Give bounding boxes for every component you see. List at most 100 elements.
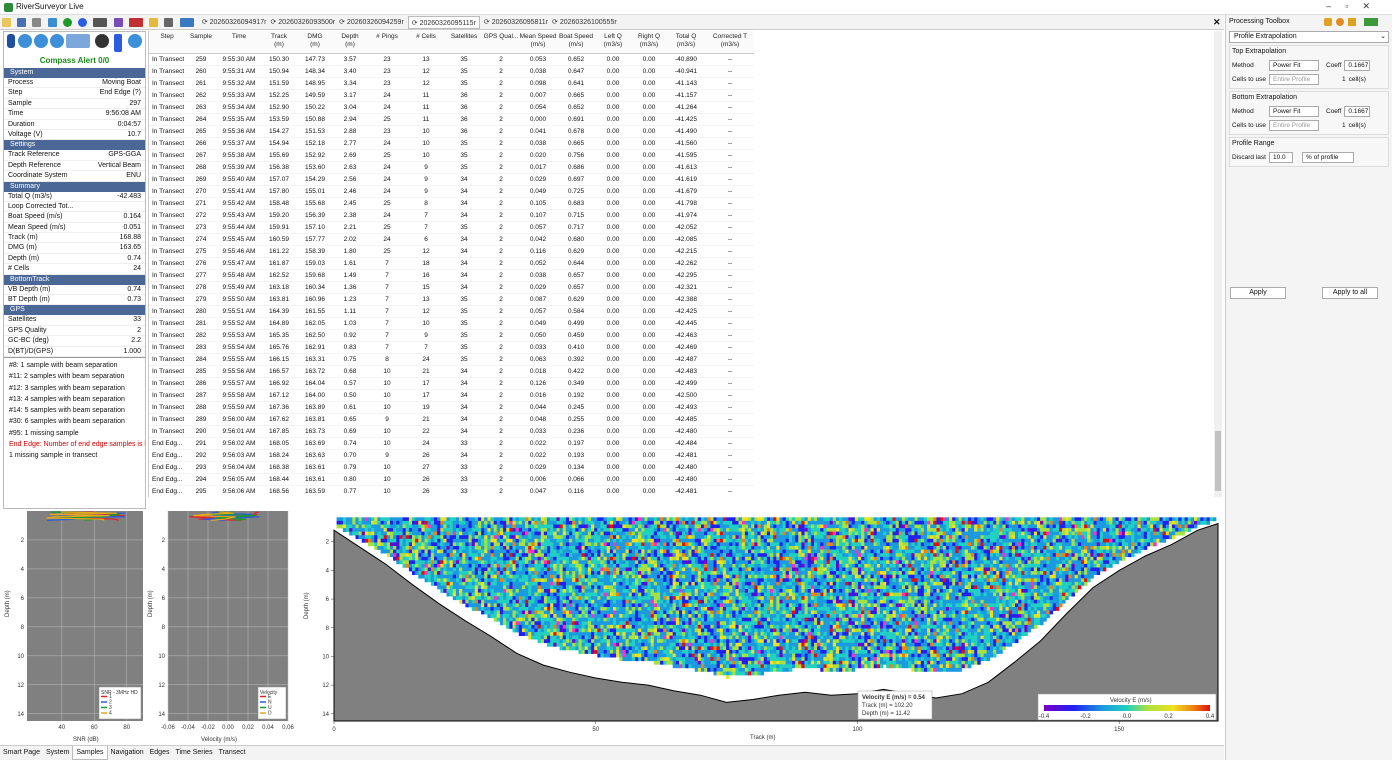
message-item[interactable]: #14: 5 samples with beam separation <box>4 405 145 416</box>
column-header[interactable]: Boat Speed (m/s) <box>557 31 595 54</box>
alert-icon[interactable] <box>1348 18 1356 26</box>
table-row[interactable]: In Transect 287 9:55:58 AM 167.12 164.00 0.50… <box>149 389 754 402</box>
column-header[interactable]: Sample <box>185 31 217 54</box>
report-icon[interactable] <box>113 18 123 27</box>
table-scrollbar[interactable] <box>1214 31 1222 497</box>
column-header[interactable]: Track (m) <box>261 31 297 54</box>
camera-icon[interactable] <box>164 18 174 27</box>
column-header[interactable]: DMG (m) <box>297 31 333 54</box>
table-row[interactable]: In Transect 259 9:55:30 AM 150.30 147.73 3.57… <box>149 53 754 66</box>
bluetooth-icon[interactable] <box>7 34 15 48</box>
table-row[interactable]: In Transect 277 9:55:48 AM 162.52 159.68 1.49… <box>149 269 754 282</box>
bottom-method-select[interactable]: Power Fit <box>1269 105 1319 117</box>
column-header[interactable]: Mean Speed (m/s) <box>519 31 557 54</box>
velocity-profile-chart[interactable]: 2468101214 -0.06 -0.04 -0.02 0.00 0.02 0.04 0.… <box>146 509 296 745</box>
message-item[interactable]: #11: 2 samples with beam separation <box>4 371 145 382</box>
table-row[interactable]: In Transect 264 9:55:35 AM 153.59 150.88 2.94… <box>149 113 754 126</box>
file-tab[interactable]: ⟳ 20260326100555r <box>552 16 617 29</box>
top-coeff-input[interactable]: 0.1667 <box>1344 59 1371 71</box>
table-row[interactable]: In Transect 288 9:55:59 AM 167.36 163.89 0.61… <box>149 401 754 414</box>
table-row[interactable]: In Transect 260 9:55:31 AM 150.94 148.34 3.40… <box>149 65 754 78</box>
samples-table[interactable]: Step Sample Time Track (m) DMG (m) Depth (m) # Pi… <box>148 31 754 497</box>
bottom-cells-count[interactable]: 1 <box>1342 122 1346 129</box>
table-row[interactable]: End Edg... 292 9:56:03 AM 168.24 163.63 0.70 9… <box>149 449 754 462</box>
column-header[interactable]: Depth (m) <box>333 31 367 54</box>
toolbox-mode-select[interactable]: Profile Extrapolation ⌄ <box>1229 31 1389 43</box>
table-row[interactable]: In Transect 285 9:55:56 AM 166.57 163.72 0.68… <box>149 365 754 378</box>
top-cells-count[interactable]: 1 <box>1342 76 1346 83</box>
arrows-icon[interactable] <box>1364 18 1378 26</box>
maximize-icon[interactable]: ▫ <box>1345 1 1362 11</box>
info-icon[interactable] <box>78 18 88 27</box>
view-icon[interactable] <box>47 18 57 27</box>
table-row[interactable]: In Transect 266 9:55:37 AM 154.94 152.18 2.77… <box>149 137 754 150</box>
table-row[interactable]: In Transect 278 9:55:49 AM 163.18 160.34 1.36… <box>149 281 754 294</box>
table-row[interactable]: In Transect 272 9:55:43 AM 159.20 156.39 2.38… <box>149 209 754 222</box>
lock-icon[interactable] <box>1324 18 1332 26</box>
table-row[interactable]: In Transect 271 9:55:42 AM 158.48 155.68 2.45… <box>149 197 754 210</box>
apply-to-all-button[interactable]: Apply to all <box>1322 287 1378 299</box>
file-tab[interactable]: ⟳ 20260326094917r <box>202 16 267 29</box>
message-item[interactable]: #12: 3 samples with beam separation <box>4 383 145 394</box>
table-row[interactable]: In Transect 268 9:55:39 AM 156.38 153.60 2.63… <box>149 161 754 174</box>
message-item[interactable]: #30: 6 samples with beam separation <box>4 416 145 427</box>
velocity-contour-chart[interactable]: 2468101214 0 50 100 150 Depth (m) Track (m)… <box>298 509 1222 745</box>
apply-button[interactable]: Apply <box>1230 287 1286 299</box>
table-row[interactable]: In Transect 275 9:55:46 AM 161.22 158.39 1.80… <box>149 245 754 258</box>
column-header[interactable]: Right Q (m3/s) <box>631 31 667 54</box>
refresh-icon[interactable] <box>128 34 142 48</box>
table-row[interactable]: In Transect 286 9:55:57 AM 166.92 164.04 0.57… <box>149 377 754 390</box>
table-row[interactable]: In Transect 267 9:55:38 AM 155.69 152.92 2.69… <box>149 149 754 162</box>
file-tab[interactable]: ⟳ 20260326093500r <box>270 16 335 29</box>
gear-icon[interactable] <box>95 34 109 48</box>
table-row[interactable]: In Transect 282 9:55:53 AM 165.35 162.50 0.92… <box>149 329 754 342</box>
new-file-icon[interactable] <box>2 18 11 27</box>
table-row[interactable]: In Transect 283 9:55:54 AM 165.76 162.91 0.83… <box>149 341 754 354</box>
tools-icon[interactable] <box>32 18 42 27</box>
snr-profile-chart[interactable]: 2468101214 40 60 80 Depth (m) SNR (dB) SNR… <box>3 509 146 745</box>
column-header[interactable]: Time <box>217 31 261 54</box>
top-method-select[interactable]: Power Fit <box>1269 59 1319 71</box>
column-header[interactable]: Corrected T (m3/s) <box>705 31 754 54</box>
message-item[interactable]: 1 missing sample in transect <box>4 450 145 461</box>
sonar-icon[interactable] <box>66 34 90 48</box>
table-row[interactable]: In Transect 289 9:56:00 AM 167.62 163.81 0.65… <box>149 413 754 426</box>
table-row[interactable]: In Transect 276 9:55:47 AM 161.87 159.03 1.61… <box>149 257 754 270</box>
table-row[interactable]: In Transect 273 9:55:44 AM 159.91 157.10 2.21… <box>149 221 754 234</box>
file-tab[interactable]: ⟳ 20260326095115r <box>407 16 480 29</box>
column-header[interactable]: Left Q (m3/s) <box>595 31 631 54</box>
table-row[interactable]: In Transect 274 9:55:45 AM 160.59 157.77 2.02… <box>149 233 754 246</box>
bottom-coeff-input[interactable]: 0.1667 <box>1344 105 1371 117</box>
save-icon[interactable] <box>17 18 27 27</box>
column-header[interactable]: # Cells <box>407 31 445 54</box>
table-row[interactable]: In Transect 262 9:55:33 AM 152.25 149.59 3.17… <box>149 89 754 102</box>
table-row[interactable]: In Transect 270 9:55:41 AM 157.80 155.01 2.46… <box>149 185 754 198</box>
close-panel-icon[interactable]: ✕ <box>1213 17 1221 28</box>
window-controls[interactable]: –▫✕ <box>1326 1 1384 12</box>
message-item[interactable]: #95: 1 missing sample <box>4 428 145 439</box>
message-list[interactable]: #8: 1 sample with beam separation #11: 2 … <box>4 356 145 487</box>
table-row[interactable]: In Transect 284 9:55:55 AM 166.15 163.31 0.75… <box>149 353 754 366</box>
table-row[interactable]: End Edg... 294 9:56:05 AM 168.44 163.61 0.80 1… <box>149 473 754 486</box>
table-row[interactable]: End Edg... 295 9:56:06 AM 168.56 163.59 0.77 1… <box>149 485 754 497</box>
table-row[interactable]: In Transect 279 9:55:50 AM 163.81 160.96 1.23… <box>149 293 754 306</box>
column-header[interactable]: GPS Qual... <box>483 31 519 54</box>
discard-last-input[interactable]: 10.0 <box>1269 151 1293 163</box>
file-tab[interactable]: ⟳ 20260326095811r <box>484 16 548 29</box>
section-header[interactable]: System <box>4 68 145 78</box>
flag-icon[interactable] <box>128 18 143 27</box>
section-header[interactable]: Settings <box>4 140 145 151</box>
user-icon[interactable] <box>1336 18 1344 26</box>
dif-icon[interactable] <box>34 34 48 48</box>
column-header[interactable]: Step <box>149 31 185 54</box>
table-row[interactable]: In Transect 269 9:55:40 AM 157.07 154.29 2.56… <box>149 173 754 186</box>
message-item[interactable]: #13: 4 samples with beam separation <box>4 394 145 405</box>
table-row[interactable]: In Transect 263 9:55:34 AM 152.90 150.22 3.04… <box>149 101 754 114</box>
discard-unit-select[interactable]: % of profile <box>1302 151 1354 163</box>
table-row[interactable]: In Transect 280 9:55:51 AM 164.39 161.55 1.11… <box>149 305 754 318</box>
column-header[interactable]: Satellites <box>445 31 483 54</box>
table-row[interactable]: In Transect 281 9:55:52 AM 164.89 162.05 1.03… <box>149 317 754 330</box>
vtg-icon[interactable] <box>50 34 64 48</box>
column-header[interactable]: Total Q (m3/s) <box>667 31 705 54</box>
bt-icon[interactable] <box>18 34 32 48</box>
